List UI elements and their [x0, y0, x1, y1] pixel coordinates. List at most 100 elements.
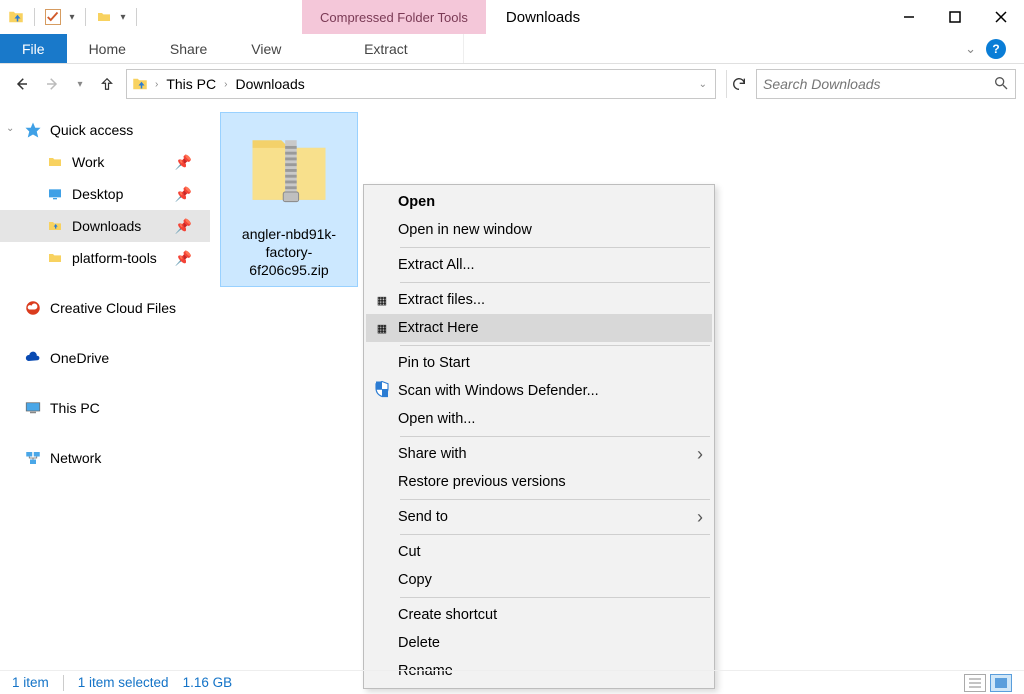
creative-cloud-icon — [24, 299, 42, 317]
nav-bar: ▾ › This PC › Downloads ⌄ — [0, 64, 1024, 104]
chevron-right-icon[interactable]: › — [224, 79, 227, 90]
ribbon-expand-icon[interactable]: ⌄ — [965, 41, 976, 57]
view-details-button[interactable] — [964, 674, 986, 692]
folder-down-icon — [46, 217, 64, 235]
file-name-label: angler-nbd91k-factory-6f206c95.zip — [227, 225, 351, 280]
context-item-extract-all[interactable]: Extract All... — [366, 251, 712, 279]
title-bar: ▾ ▾ Compressed Folder Tools Downloads — [0, 0, 1024, 34]
menu-separator — [400, 247, 710, 248]
context-item-scan-defender[interactable]: Scan with Windows Defender... — [366, 377, 712, 405]
view-thumbnails-button[interactable] — [990, 674, 1012, 692]
status-size: 1.16 GB — [183, 675, 233, 690]
sidebar-item-work[interactable]: Work 📌 — [0, 146, 210, 178]
context-item-open-new-window[interactable]: Open in new window — [366, 216, 712, 244]
context-item-send-to[interactable]: Send to› — [366, 503, 712, 531]
quick-access-toolbar: ▾ ▾ — [0, 0, 147, 34]
sidebar-thispc[interactable]: This PC — [0, 392, 210, 424]
context-item-copy[interactable]: Copy — [366, 566, 712, 594]
context-item-delete[interactable]: Delete — [366, 629, 712, 657]
address-bar[interactable]: › This PC › Downloads ⌄ — [126, 69, 716, 99]
chevron-right-icon[interactable]: › — [155, 79, 158, 90]
back-button[interactable] — [8, 71, 34, 97]
recent-locations-dropdown[interactable]: ▾ — [72, 71, 88, 97]
context-item-cut[interactable]: Cut — [366, 538, 712, 566]
sidebar-network[interactable]: Network — [0, 442, 210, 474]
sidebar-label: Desktop — [72, 186, 123, 202]
sidebar-item-platform-tools[interactable]: platform-tools 📌 — [0, 242, 210, 274]
zip-file-icon — [239, 119, 339, 219]
sidebar-onedrive[interactable]: OneDrive — [0, 342, 210, 374]
context-item-open-with[interactable]: Open with... — [366, 405, 712, 433]
pin-icon: 📌 — [175, 154, 192, 171]
network-icon — [24, 449, 42, 467]
archive-icon: ▦ — [377, 294, 387, 307]
search-box[interactable] — [756, 69, 1016, 99]
sidebar-item-downloads[interactable]: Downloads 📌 — [0, 210, 210, 242]
pin-icon: 📌 — [175, 186, 192, 203]
qat-dropdown-icon[interactable]: ▾ — [67, 12, 77, 23]
sidebar-creative-cloud[interactable]: Creative Cloud Files — [0, 292, 210, 324]
qat-dropdown-icon[interactable]: ▾ — [118, 12, 128, 23]
properties-check-icon[interactable] — [43, 7, 63, 27]
forward-button[interactable] — [40, 71, 66, 97]
maximize-button[interactable] — [932, 0, 978, 34]
tab-share[interactable]: Share — [148, 34, 229, 63]
folder-down-icon[interactable] — [6, 7, 26, 27]
up-button[interactable] — [94, 71, 120, 97]
tab-home[interactable]: Home — [67, 34, 148, 63]
context-item-share-with[interactable]: Share with› — [366, 440, 712, 468]
menu-separator — [400, 436, 710, 437]
divider — [136, 8, 137, 26]
minimize-button[interactable] — [886, 0, 932, 34]
sidebar-label: OneDrive — [50, 350, 109, 366]
divider — [85, 8, 86, 26]
context-item-create-shortcut[interactable]: Create shortcut — [366, 601, 712, 629]
folder-icon — [46, 249, 64, 267]
status-item-count: 1 item — [12, 675, 49, 690]
folder-down-icon — [131, 75, 149, 93]
divider — [63, 675, 64, 691]
search-input[interactable] — [763, 76, 993, 92]
tab-extract[interactable]: Extract — [308, 34, 464, 63]
window-title: Downloads — [486, 9, 580, 26]
pin-icon: 📌 — [175, 250, 192, 267]
close-button[interactable] — [978, 0, 1024, 34]
sidebar-label: Network — [50, 450, 101, 466]
submenu-arrow-icon: › — [688, 507, 712, 528]
file-item-zip[interactable]: angler-nbd91k-factory-6f206c95.zip — [220, 112, 358, 287]
sidebar-label: platform-tools — [72, 250, 157, 266]
context-menu: Open Open in new window Extract All... ▦… — [363, 184, 715, 689]
tab-view[interactable]: View — [229, 34, 303, 63]
search-icon[interactable] — [993, 75, 1009, 94]
window-controls — [886, 0, 1024, 34]
context-item-restore-versions[interactable]: Restore previous versions — [366, 468, 712, 496]
divider — [34, 8, 35, 26]
menu-separator — [400, 499, 710, 500]
desktop-icon — [46, 185, 64, 203]
menu-separator — [400, 597, 710, 598]
breadcrumb-downloads[interactable]: Downloads — [233, 76, 306, 92]
context-item-extract-files[interactable]: ▦Extract files... — [366, 286, 712, 314]
menu-separator — [400, 345, 710, 346]
menu-separator — [400, 534, 710, 535]
tab-file[interactable]: File — [0, 34, 67, 63]
sidebar-label: Quick access — [50, 122, 133, 138]
help-icon[interactable]: ? — [986, 39, 1006, 59]
caret-icon[interactable]: ⌄ — [6, 123, 14, 134]
sidebar-quick-access[interactable]: ⌄ Quick access — [0, 114, 210, 146]
quick-access-icon — [24, 121, 42, 139]
folder-small-icon[interactable] — [94, 7, 114, 27]
ribbon-tabs: File Home Share View Extract ⌄ ? — [0, 34, 1024, 64]
address-dropdown-icon[interactable]: ⌄ — [699, 79, 707, 90]
contextual-tab-label: Compressed Folder Tools — [302, 0, 486, 34]
context-item-extract-here[interactable]: ▦Extract Here — [366, 314, 712, 342]
sidebar-item-desktop[interactable]: Desktop 📌 — [0, 178, 210, 210]
sidebar-label: This PC — [50, 400, 100, 416]
breadcrumb-thispc[interactable]: This PC — [164, 76, 218, 92]
context-item-open[interactable]: Open — [366, 188, 712, 216]
submenu-arrow-icon: › — [688, 444, 712, 465]
refresh-button[interactable] — [726, 70, 750, 98]
context-item-pin-start[interactable]: Pin to Start — [366, 349, 712, 377]
status-selected: 1 item selected — [78, 675, 169, 690]
thispc-icon — [24, 399, 42, 417]
